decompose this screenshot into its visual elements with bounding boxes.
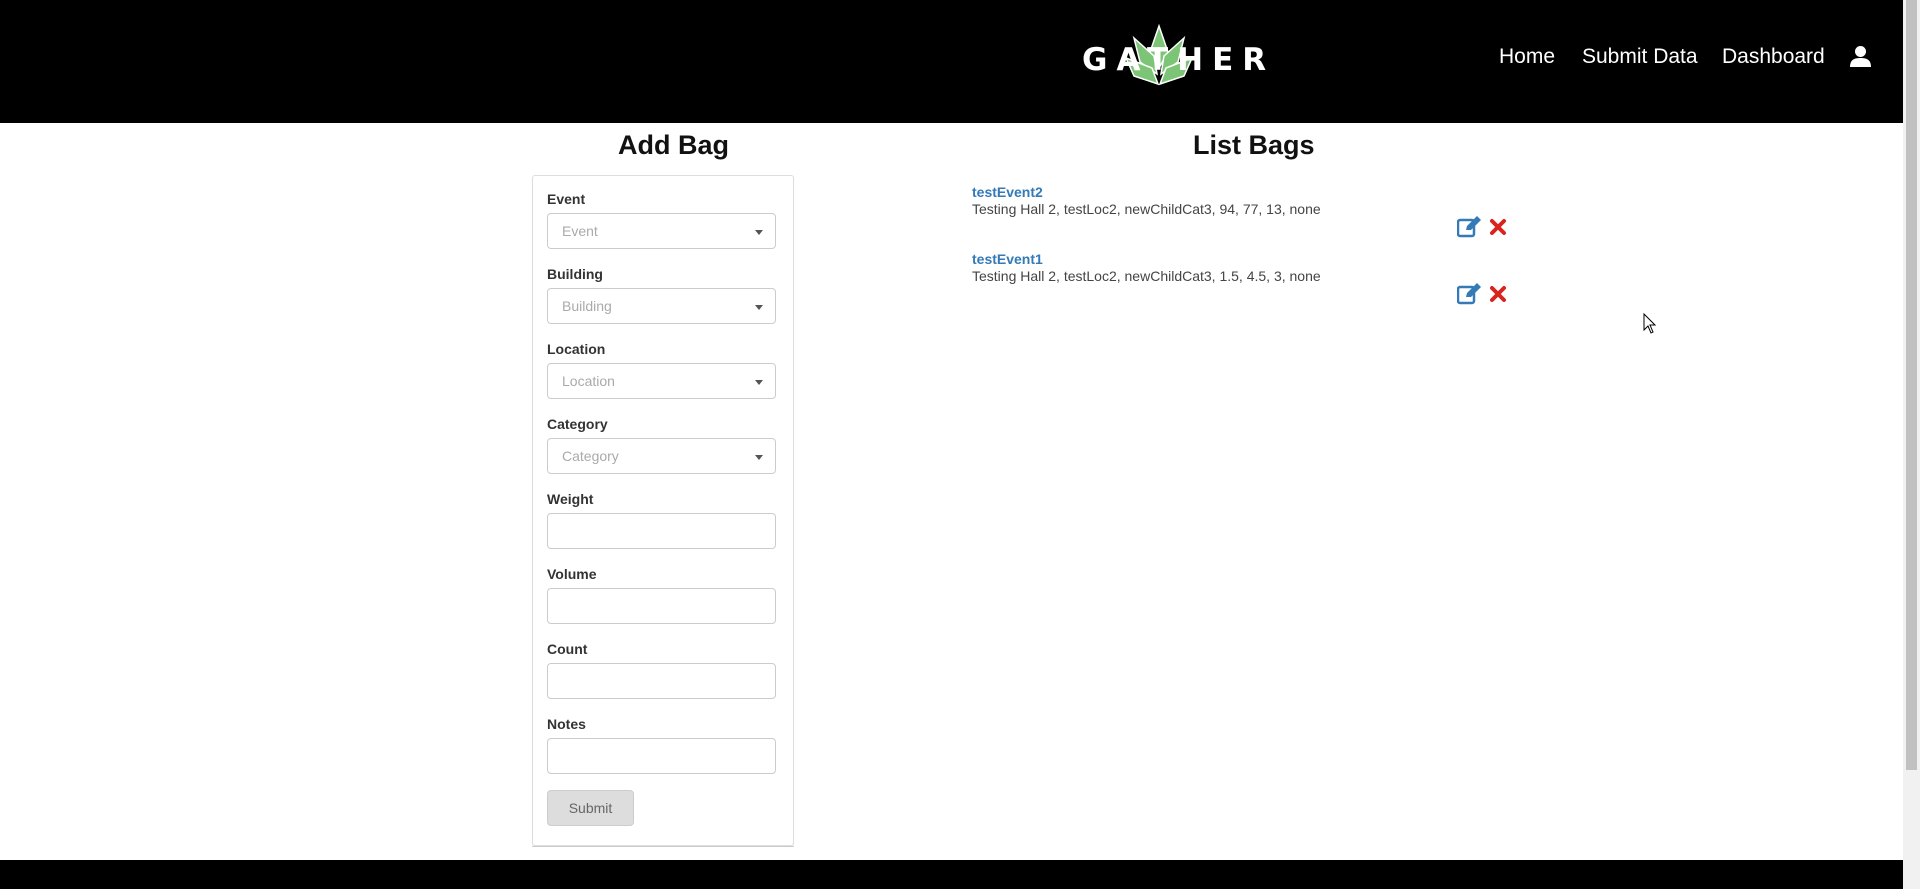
nav-submit-data[interactable]: Submit Data: [1582, 45, 1698, 69]
category-placeholder: Category: [562, 448, 619, 464]
building-label: Building: [547, 266, 603, 282]
weight-input[interactable]: [547, 513, 776, 549]
submit-button[interactable]: Submit: [547, 790, 634, 826]
chevron-down-icon: [755, 230, 763, 235]
scrollbar-thumb[interactable]: [1906, 0, 1917, 770]
add-bag-heading: Add Bag: [618, 130, 729, 160]
weight-label: Weight: [547, 491, 594, 507]
user-icon[interactable]: [1849, 45, 1872, 68]
location-placeholder: Location: [562, 373, 615, 389]
delete-icon[interactable]: [1489, 218, 1507, 236]
footer: [0, 860, 1903, 889]
nav-dashboard[interactable]: Dashboard: [1722, 45, 1825, 69]
mouse-cursor-icon: [1643, 313, 1657, 334]
bag-event-link[interactable]: testEvent1: [972, 251, 1043, 267]
building-placeholder: Building: [562, 298, 612, 314]
logo-text: GATHER: [1082, 42, 1276, 78]
location-select[interactable]: Location: [547, 363, 776, 399]
volume-input[interactable]: [547, 588, 776, 624]
bag-event-link[interactable]: testEvent2: [972, 184, 1043, 200]
chevron-down-icon: [755, 305, 763, 310]
location-label: Location: [547, 341, 606, 357]
category-label: Category: [547, 416, 608, 432]
event-select[interactable]: Event: [547, 213, 776, 249]
edit-icon[interactable]: [1457, 216, 1481, 238]
chevron-down-icon: [755, 380, 763, 385]
nav-home[interactable]: Home: [1499, 45, 1555, 69]
event-label: Event: [547, 191, 586, 207]
volume-label: Volume: [547, 566, 597, 582]
top-navbar: GATHER Home Submit Data Dashboard: [0, 0, 1903, 123]
event-placeholder: Event: [562, 223, 598, 239]
count-label: Count: [547, 641, 588, 657]
chevron-down-icon: [755, 455, 763, 460]
edit-icon[interactable]: [1457, 283, 1481, 305]
gather-logo[interactable]: GATHER: [1082, 24, 1266, 88]
form-divider: [532, 846, 794, 847]
list-bags-heading: List Bags: [1193, 130, 1315, 160]
delete-icon[interactable]: [1489, 285, 1507, 303]
category-select[interactable]: Category: [547, 438, 776, 474]
building-select[interactable]: Building: [547, 288, 776, 324]
count-input[interactable]: [547, 663, 776, 699]
notes-label: Notes: [547, 716, 586, 732]
bag-details: Testing Hall 2, testLoc2, newChildCat3, …: [972, 201, 1321, 217]
bag-details: Testing Hall 2, testLoc2, newChildCat3, …: [972, 268, 1321, 284]
notes-input[interactable]: [547, 738, 776, 774]
